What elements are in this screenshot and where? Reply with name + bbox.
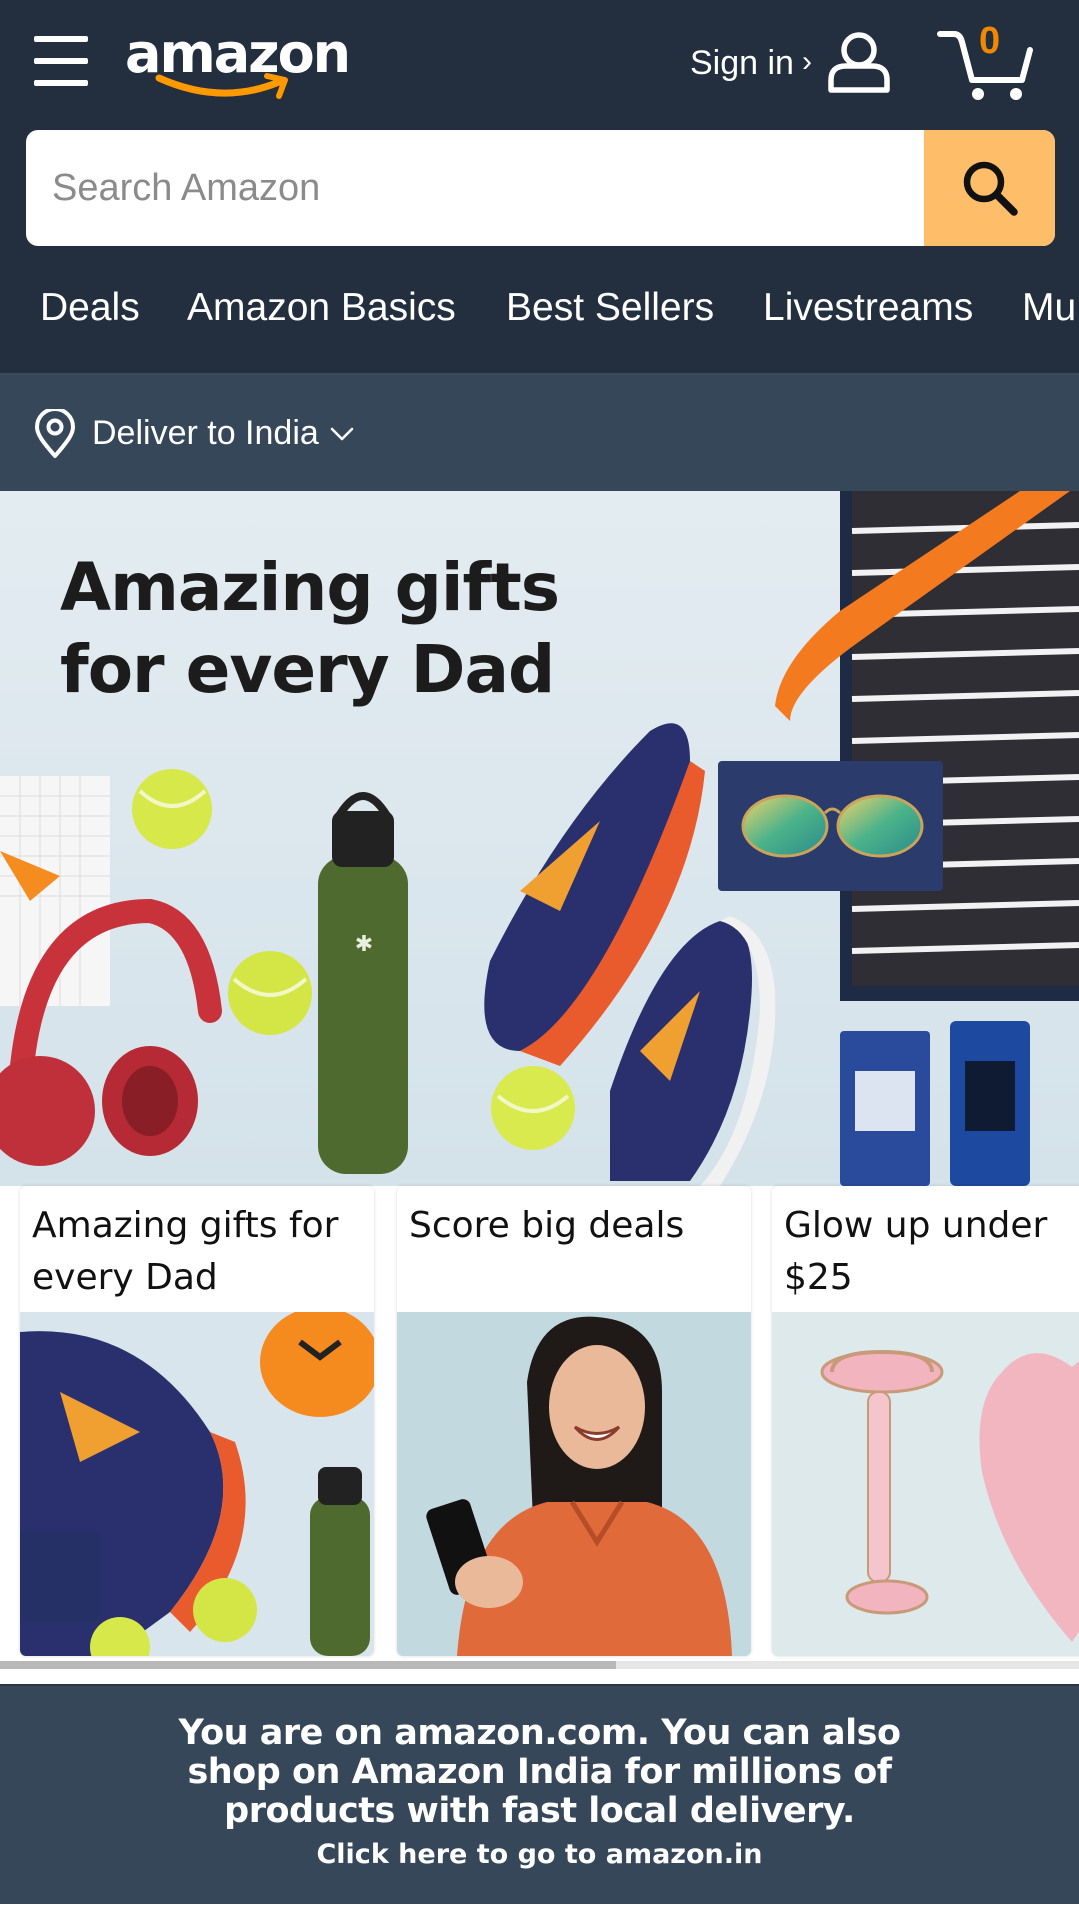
hero-title: Amazing gifts for every Dad — [60, 547, 560, 711]
sign-in-link[interactable]: Sign in › — [690, 38, 812, 88]
search-icon — [963, 161, 1018, 216]
chevron-down-icon — [330, 427, 354, 441]
banner-line-1: You are on amazon.com. You can also — [178, 1712, 901, 1753]
nav-item-livestreams[interactable]: Livestreams — [763, 280, 973, 336]
promo-card-glow-up[interactable]: Glow up under $25 — [772, 1186, 1079, 1656]
banner-line-2: shop on Amazon India for millions of — [187, 1751, 892, 1792]
banner-line-3: products with fast local delivery. — [224, 1790, 855, 1831]
deliver-to-location[interactable]: Deliver to India — [0, 375, 1079, 491]
nav-item-best-sellers[interactable]: Best Sellers — [506, 280, 714, 336]
amazon-india-link[interactable]: Click here to go to amazon.in — [316, 1833, 762, 1877]
card-image-dad-gifts — [20, 1312, 374, 1656]
hero-title-line1: Amazing gifts — [60, 549, 560, 626]
card-title: Glow up under $25 — [784, 1205, 1048, 1298]
cart-count-badge: 0 — [979, 20, 1001, 62]
amazon-india-banner[interactable]: You are on amazon.com. You can also shop… — [0, 1684, 1079, 1904]
hamburger-menu-icon[interactable] — [34, 36, 88, 86]
card-title: Amazing gifts for every Dad — [32, 1205, 339, 1298]
nav-item-deals[interactable]: Deals — [40, 280, 140, 336]
card-title: Score big deals — [409, 1205, 685, 1246]
amazon-logo[interactable]: amazon — [125, 22, 351, 102]
hero-banner-fathers-day[interactable]: ✱ Amazing gifts for every Dad — [0, 491, 1079, 1186]
card-image-deals — [397, 1312, 751, 1656]
sign-in-arrow: › — [801, 45, 812, 78]
search-input[interactable] — [26, 130, 924, 246]
svg-text:✱: ✱ — [355, 932, 373, 957]
sign-in-label: Sign in — [690, 43, 794, 82]
user-icon[interactable] — [826, 30, 892, 94]
category-nav: Deals Amazon Basics Best Sellers Livestr… — [0, 280, 1079, 340]
promo-card-carousel: Amazing gifts for every Dad Score big de… — [0, 1186, 1079, 1662]
location-pin-icon — [35, 409, 75, 458]
carousel-scrollbar-thumb[interactable] — [0, 1661, 616, 1669]
promo-card-dad-gifts[interactable]: Amazing gifts for every Dad — [20, 1186, 374, 1656]
nav-item-music[interactable]: Mu — [1022, 280, 1076, 336]
hero-title-line2: for every Dad — [60, 631, 555, 708]
nav-item-amazon-basics[interactable]: Amazon Basics — [187, 280, 456, 336]
card-image-glow-up — [772, 1312, 1079, 1656]
search-button[interactable] — [924, 130, 1055, 246]
deliver-location-label: Deliver to India — [92, 414, 319, 452]
top-navigation-bar: amazon Sign in › 0 Deals Am — [0, 0, 1079, 374]
logo-smile-icon — [155, 73, 288, 99]
search-bar — [26, 130, 1055, 246]
promo-card-deals[interactable]: Score big deals — [397, 1186, 751, 1656]
cart-button[interactable]: 0 — [936, 20, 1036, 100]
